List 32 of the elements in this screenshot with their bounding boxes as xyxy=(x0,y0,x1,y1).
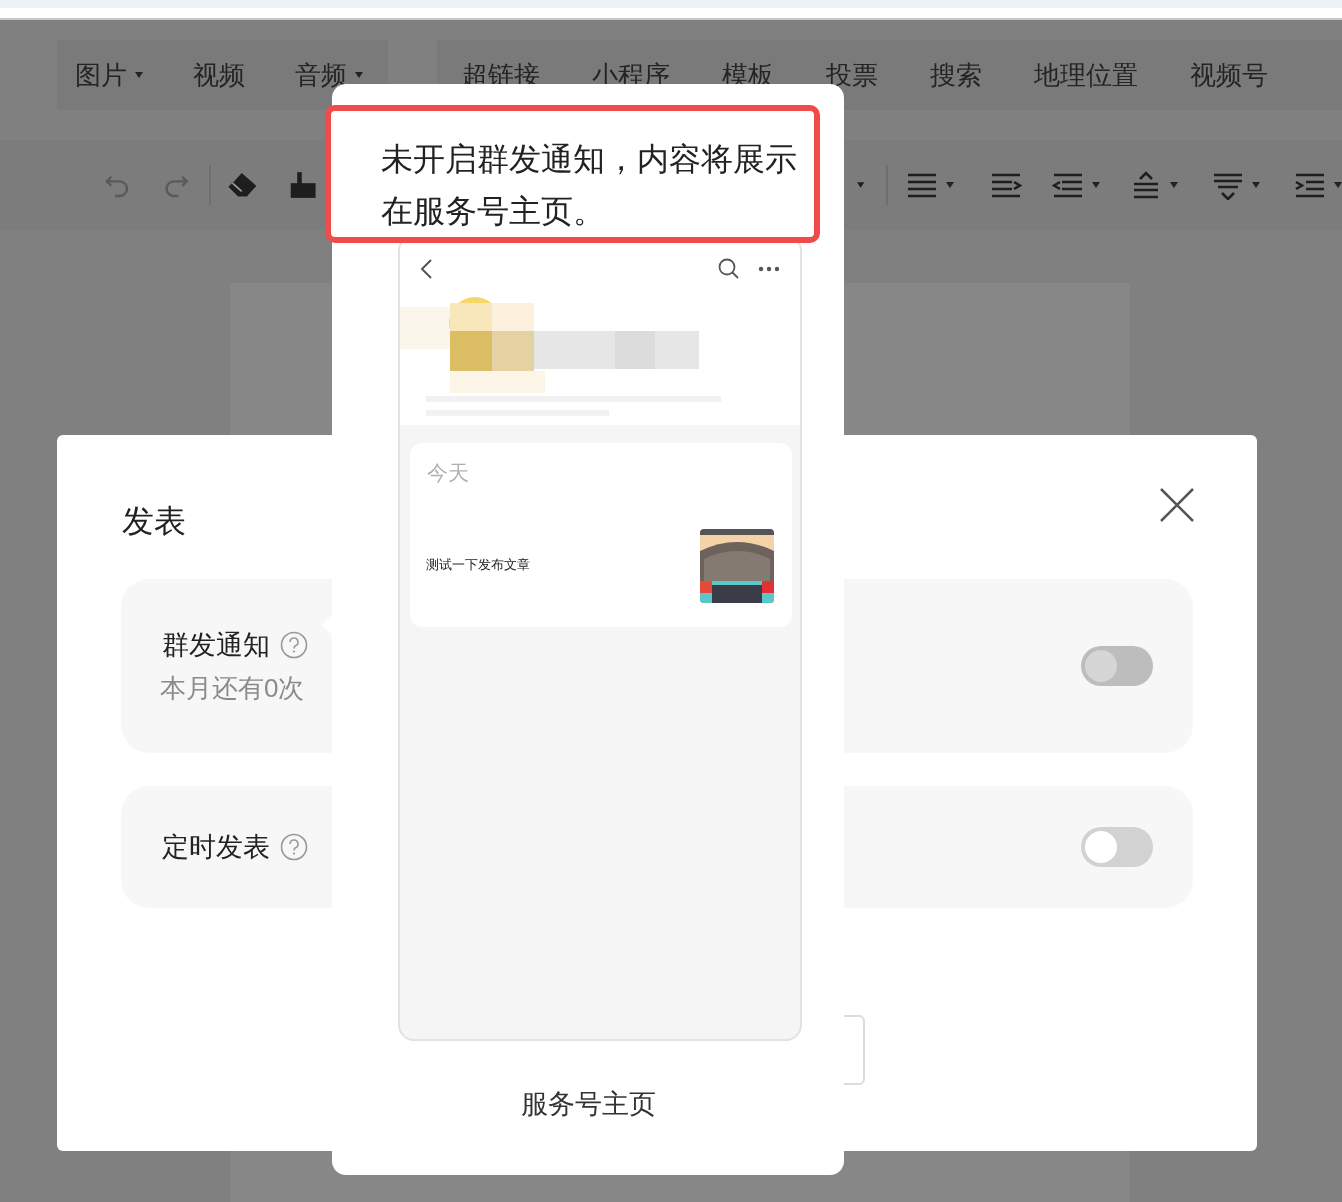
help-icon[interactable] xyxy=(280,631,308,659)
caret-icon xyxy=(135,72,143,78)
brush-icon[interactable] xyxy=(288,171,316,199)
caret-icon xyxy=(1170,182,1179,188)
insert-menu-item[interactable]: 搜索 xyxy=(930,58,982,92)
preview-caption: 服务号主页 xyxy=(519,1088,657,1121)
eraser-icon[interactable] xyxy=(227,170,259,200)
insert-menu-item[interactable]: 音频 xyxy=(295,58,363,92)
caret-icon xyxy=(1092,182,1101,188)
setting-label: 群发通知 xyxy=(162,629,270,662)
article-title: 测试一下发布文章 xyxy=(426,556,530,574)
caret-icon[interactable] xyxy=(856,182,865,188)
caret-icon xyxy=(355,72,363,78)
caret-icon xyxy=(1334,182,1342,188)
more-icon[interactable] xyxy=(758,266,780,272)
section-title: 今天 xyxy=(427,460,469,486)
close-icon[interactable] xyxy=(1160,488,1194,522)
setting-label: 定时发表 xyxy=(162,831,270,864)
caret-icon xyxy=(1252,182,1261,188)
insert-menu-item[interactable]: 投票 xyxy=(826,58,878,92)
insert-menu-item[interactable]: 地理位置 xyxy=(1034,58,1138,92)
dialog-title: 发表 xyxy=(122,502,186,541)
notice-text: 未开启群发通知，内容将展示在服务号主页。 xyxy=(380,140,798,231)
insert-menu-item[interactable]: 视频号 xyxy=(1190,58,1268,92)
toggle-switch[interactable] xyxy=(1081,827,1153,867)
back-icon[interactable] xyxy=(420,259,432,279)
setting-description: 本月还有0次 xyxy=(160,672,306,705)
search-icon[interactable] xyxy=(718,258,740,280)
help-icon[interactable] xyxy=(280,833,308,861)
caret-icon xyxy=(946,182,955,188)
insert-menu-item[interactable]: 图片 xyxy=(75,58,143,92)
insert-menu-item[interactable]: 视频 xyxy=(193,58,245,92)
